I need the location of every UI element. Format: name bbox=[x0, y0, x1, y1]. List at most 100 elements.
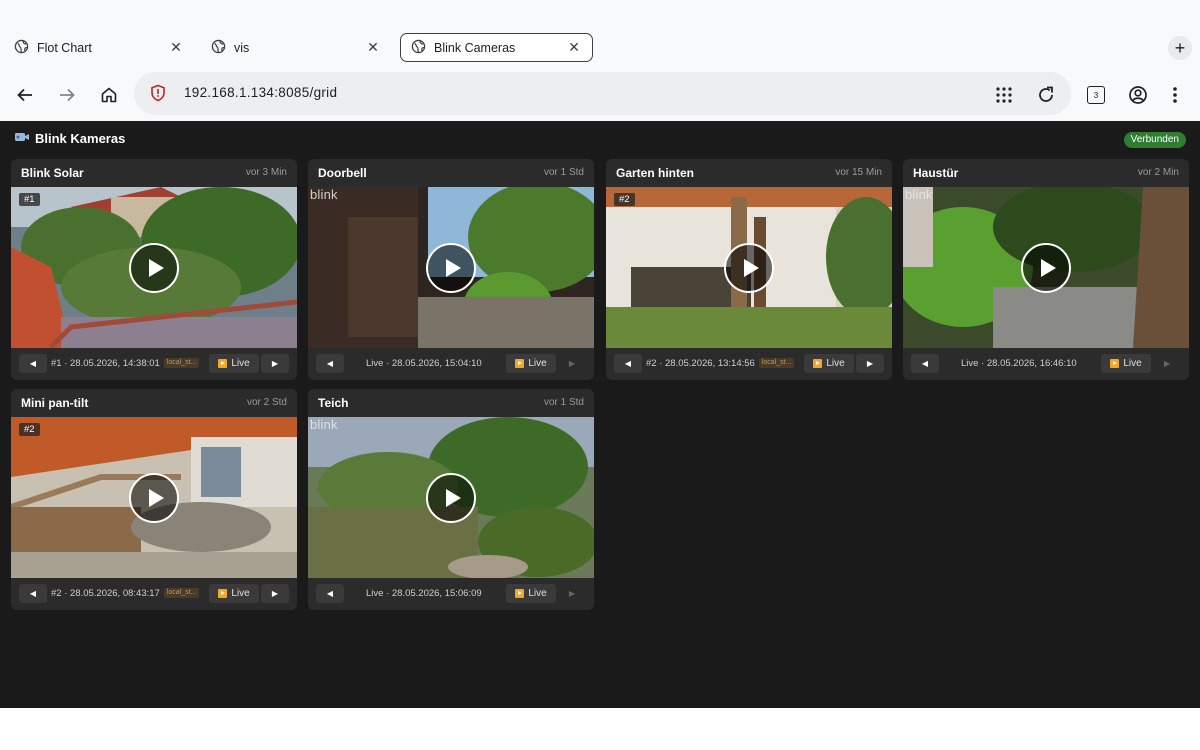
close-icon[interactable]: ✕ bbox=[566, 39, 582, 56]
live-icon bbox=[813, 359, 823, 368]
live-label: Live bbox=[528, 588, 547, 599]
camera-thumbnail[interactable]: #2 bbox=[606, 187, 892, 348]
source-tag: local_st... bbox=[163, 588, 200, 599]
tab-title: Flot Chart bbox=[37, 40, 92, 55]
camera-card-garten-hinten: Garten hinten vor 15 Min #2 ◀ #2 · 28.05… bbox=[606, 159, 892, 380]
close-icon[interactable]: ✕ bbox=[365, 39, 381, 56]
kebab-menu-icon[interactable] bbox=[1162, 82, 1188, 108]
camera-name: Blink Solar bbox=[21, 166, 84, 180]
card-header: Garten hinten vor 15 Min bbox=[606, 159, 892, 187]
next-recording-button[interactable]: ▶ bbox=[558, 354, 586, 373]
live-button[interactable]: Live bbox=[1101, 354, 1151, 373]
recording-timestamp: #1 · 28.05.2026, 14:38:01 bbox=[51, 358, 160, 369]
play-icon[interactable] bbox=[1021, 243, 1071, 293]
live-icon bbox=[1110, 359, 1120, 368]
apps-grid-icon[interactable] bbox=[991, 82, 1017, 108]
next-recording-button[interactable]: ▶ bbox=[1153, 354, 1181, 373]
globe-icon bbox=[14, 39, 29, 57]
account-icon[interactable] bbox=[1125, 82, 1151, 108]
close-icon[interactable]: ✕ bbox=[168, 39, 184, 56]
next-recording-button[interactable]: ▶ bbox=[856, 354, 884, 373]
camera-card-teich: Teich vor 1 Std blink ◀ Live · 28.05.202… bbox=[308, 389, 594, 610]
camera-name: Doorbell bbox=[318, 166, 367, 180]
camera-thumbnail[interactable]: #1 bbox=[11, 187, 297, 348]
plus-icon[interactable]: + bbox=[1168, 36, 1192, 60]
live-label: Live bbox=[231, 588, 250, 599]
previous-recording-button[interactable]: ◀ bbox=[614, 354, 642, 373]
globe-icon bbox=[211, 39, 226, 57]
live-button[interactable]: Live bbox=[506, 354, 556, 373]
camera-thumbnail[interactable]: blink bbox=[308, 417, 594, 578]
next-recording-button[interactable]: ▶ bbox=[558, 584, 586, 603]
live-button[interactable]: Live bbox=[804, 354, 854, 373]
play-icon[interactable] bbox=[129, 473, 179, 523]
previous-recording-button[interactable]: ◀ bbox=[911, 354, 939, 373]
arrow-right-icon[interactable] bbox=[54, 82, 80, 108]
recording-timestamp: Live · 28.05.2026, 15:06:09 bbox=[366, 588, 482, 599]
card-footer: ◀ #2 · 28.05.2026, 13:14:56 local_st... L… bbox=[606, 348, 892, 380]
last-seen: vor 1 Std bbox=[543, 397, 584, 408]
live-icon bbox=[515, 359, 525, 368]
live-label: Live bbox=[826, 358, 845, 369]
camera-card-doorbell: Doorbell vor 1 Std blink ◀ Live · 28.05.… bbox=[308, 159, 594, 380]
recording-timestamp: #2 · 28.05.2026, 08:43:17 bbox=[51, 588, 160, 599]
previous-recording-button[interactable]: ◀ bbox=[19, 354, 47, 373]
previous-recording-button[interactable]: ◀ bbox=[316, 584, 344, 603]
live-button[interactable]: Live bbox=[209, 354, 259, 373]
browser-toolbar: 192.168.1.134:8085/grid 3 bbox=[0, 70, 1200, 120]
source-tag: local_st... bbox=[163, 358, 200, 369]
card-footer: ◀ Live · 28.05.2026, 15:06:09 Live ▶ bbox=[308, 578, 594, 610]
camera-thumbnail[interactable]: blink bbox=[903, 187, 1189, 348]
tab-vis[interactable]: vis ✕ bbox=[201, 33, 391, 62]
play-icon[interactable] bbox=[426, 473, 476, 523]
camera-name: Garten hinten bbox=[616, 166, 695, 180]
recording-timestamp: Live · 28.05.2026, 15:04:10 bbox=[366, 358, 482, 369]
recording-info: Live · 28.05.2026, 15:04:10 bbox=[366, 358, 482, 369]
live-icon bbox=[515, 589, 525, 598]
home-icon[interactable] bbox=[96, 82, 122, 108]
last-seen: vor 2 Min bbox=[1137, 167, 1179, 178]
recording-timestamp: #2 · 28.05.2026, 13:14:56 bbox=[646, 358, 755, 369]
camera-thumbnail[interactable]: blink bbox=[308, 187, 594, 348]
live-icon bbox=[218, 589, 228, 598]
page-title: Blink Kameras bbox=[35, 131, 126, 146]
next-recording-button[interactable]: ▶ bbox=[261, 354, 289, 373]
last-seen: vor 15 Min bbox=[835, 167, 882, 178]
app-content: Blink Kameras Verbunden Blink Solar vor … bbox=[0, 121, 1200, 708]
card-header: Teich vor 1 Std bbox=[308, 389, 594, 417]
previous-recording-button[interactable]: ◀ bbox=[19, 584, 47, 603]
play-icon[interactable] bbox=[426, 243, 476, 293]
tab-blink-cameras[interactable]: Blink Cameras ✕ bbox=[400, 33, 593, 62]
camera-card-mini-pan-tilt: Mini pan-tilt vor 2 Std #2 ◀ #2 · 28.05.… bbox=[11, 389, 297, 610]
play-icon[interactable] bbox=[724, 243, 774, 293]
next-recording-button[interactable]: ▶ bbox=[261, 584, 289, 603]
last-seen: vor 2 Std bbox=[246, 397, 287, 408]
tab-title: Blink Cameras bbox=[434, 40, 516, 55]
tab-flot-chart[interactable]: Flot Chart ✕ bbox=[4, 33, 194, 62]
card-header: Haustür vor 2 Min bbox=[903, 159, 1189, 187]
recording-badge: #2 bbox=[614, 193, 635, 206]
camera-card-blink-solar: Blink Solar vor 3 Min #1 ◀ #1 · 28.05.20… bbox=[11, 159, 297, 380]
card-footer: ◀ Live · 28.05.2026, 15:04:10 Live ▶ bbox=[308, 348, 594, 380]
live-label: Live bbox=[1123, 358, 1142, 369]
live-button[interactable]: Live bbox=[209, 584, 259, 603]
card-footer: ◀ Live · 28.05.2026, 16:46:10 Live ▶ bbox=[903, 348, 1189, 380]
previous-recording-button[interactable]: ◀ bbox=[316, 354, 344, 373]
live-button[interactable]: Live bbox=[506, 584, 556, 603]
shield-icon[interactable] bbox=[150, 84, 166, 107]
camera-thumbnail[interactable]: #2 bbox=[11, 417, 297, 578]
tab-title: vis bbox=[234, 40, 250, 55]
video-camera-icon bbox=[14, 131, 30, 146]
tab-counter-icon[interactable]: 3 bbox=[1083, 82, 1109, 108]
blink-watermark: blink bbox=[310, 187, 338, 202]
recording-badge: #1 bbox=[19, 193, 40, 206]
tab-strip: Flot Chart ✕ vis ✕ Blink Cameras ✕ + bbox=[0, 0, 1200, 70]
play-icon[interactable] bbox=[129, 243, 179, 293]
card-footer: ◀ #2 · 28.05.2026, 08:43:17 local_st... L… bbox=[11, 578, 297, 610]
recording-badge: #2 bbox=[19, 423, 40, 436]
recording-info: Live · 28.05.2026, 15:06:09 bbox=[366, 588, 482, 599]
reload-icon[interactable] bbox=[1033, 82, 1059, 108]
arrow-left-icon[interactable] bbox=[12, 82, 38, 108]
camera-name: Teich bbox=[318, 396, 349, 410]
address-bar[interactable]: 192.168.1.134:8085/grid bbox=[134, 72, 1071, 115]
